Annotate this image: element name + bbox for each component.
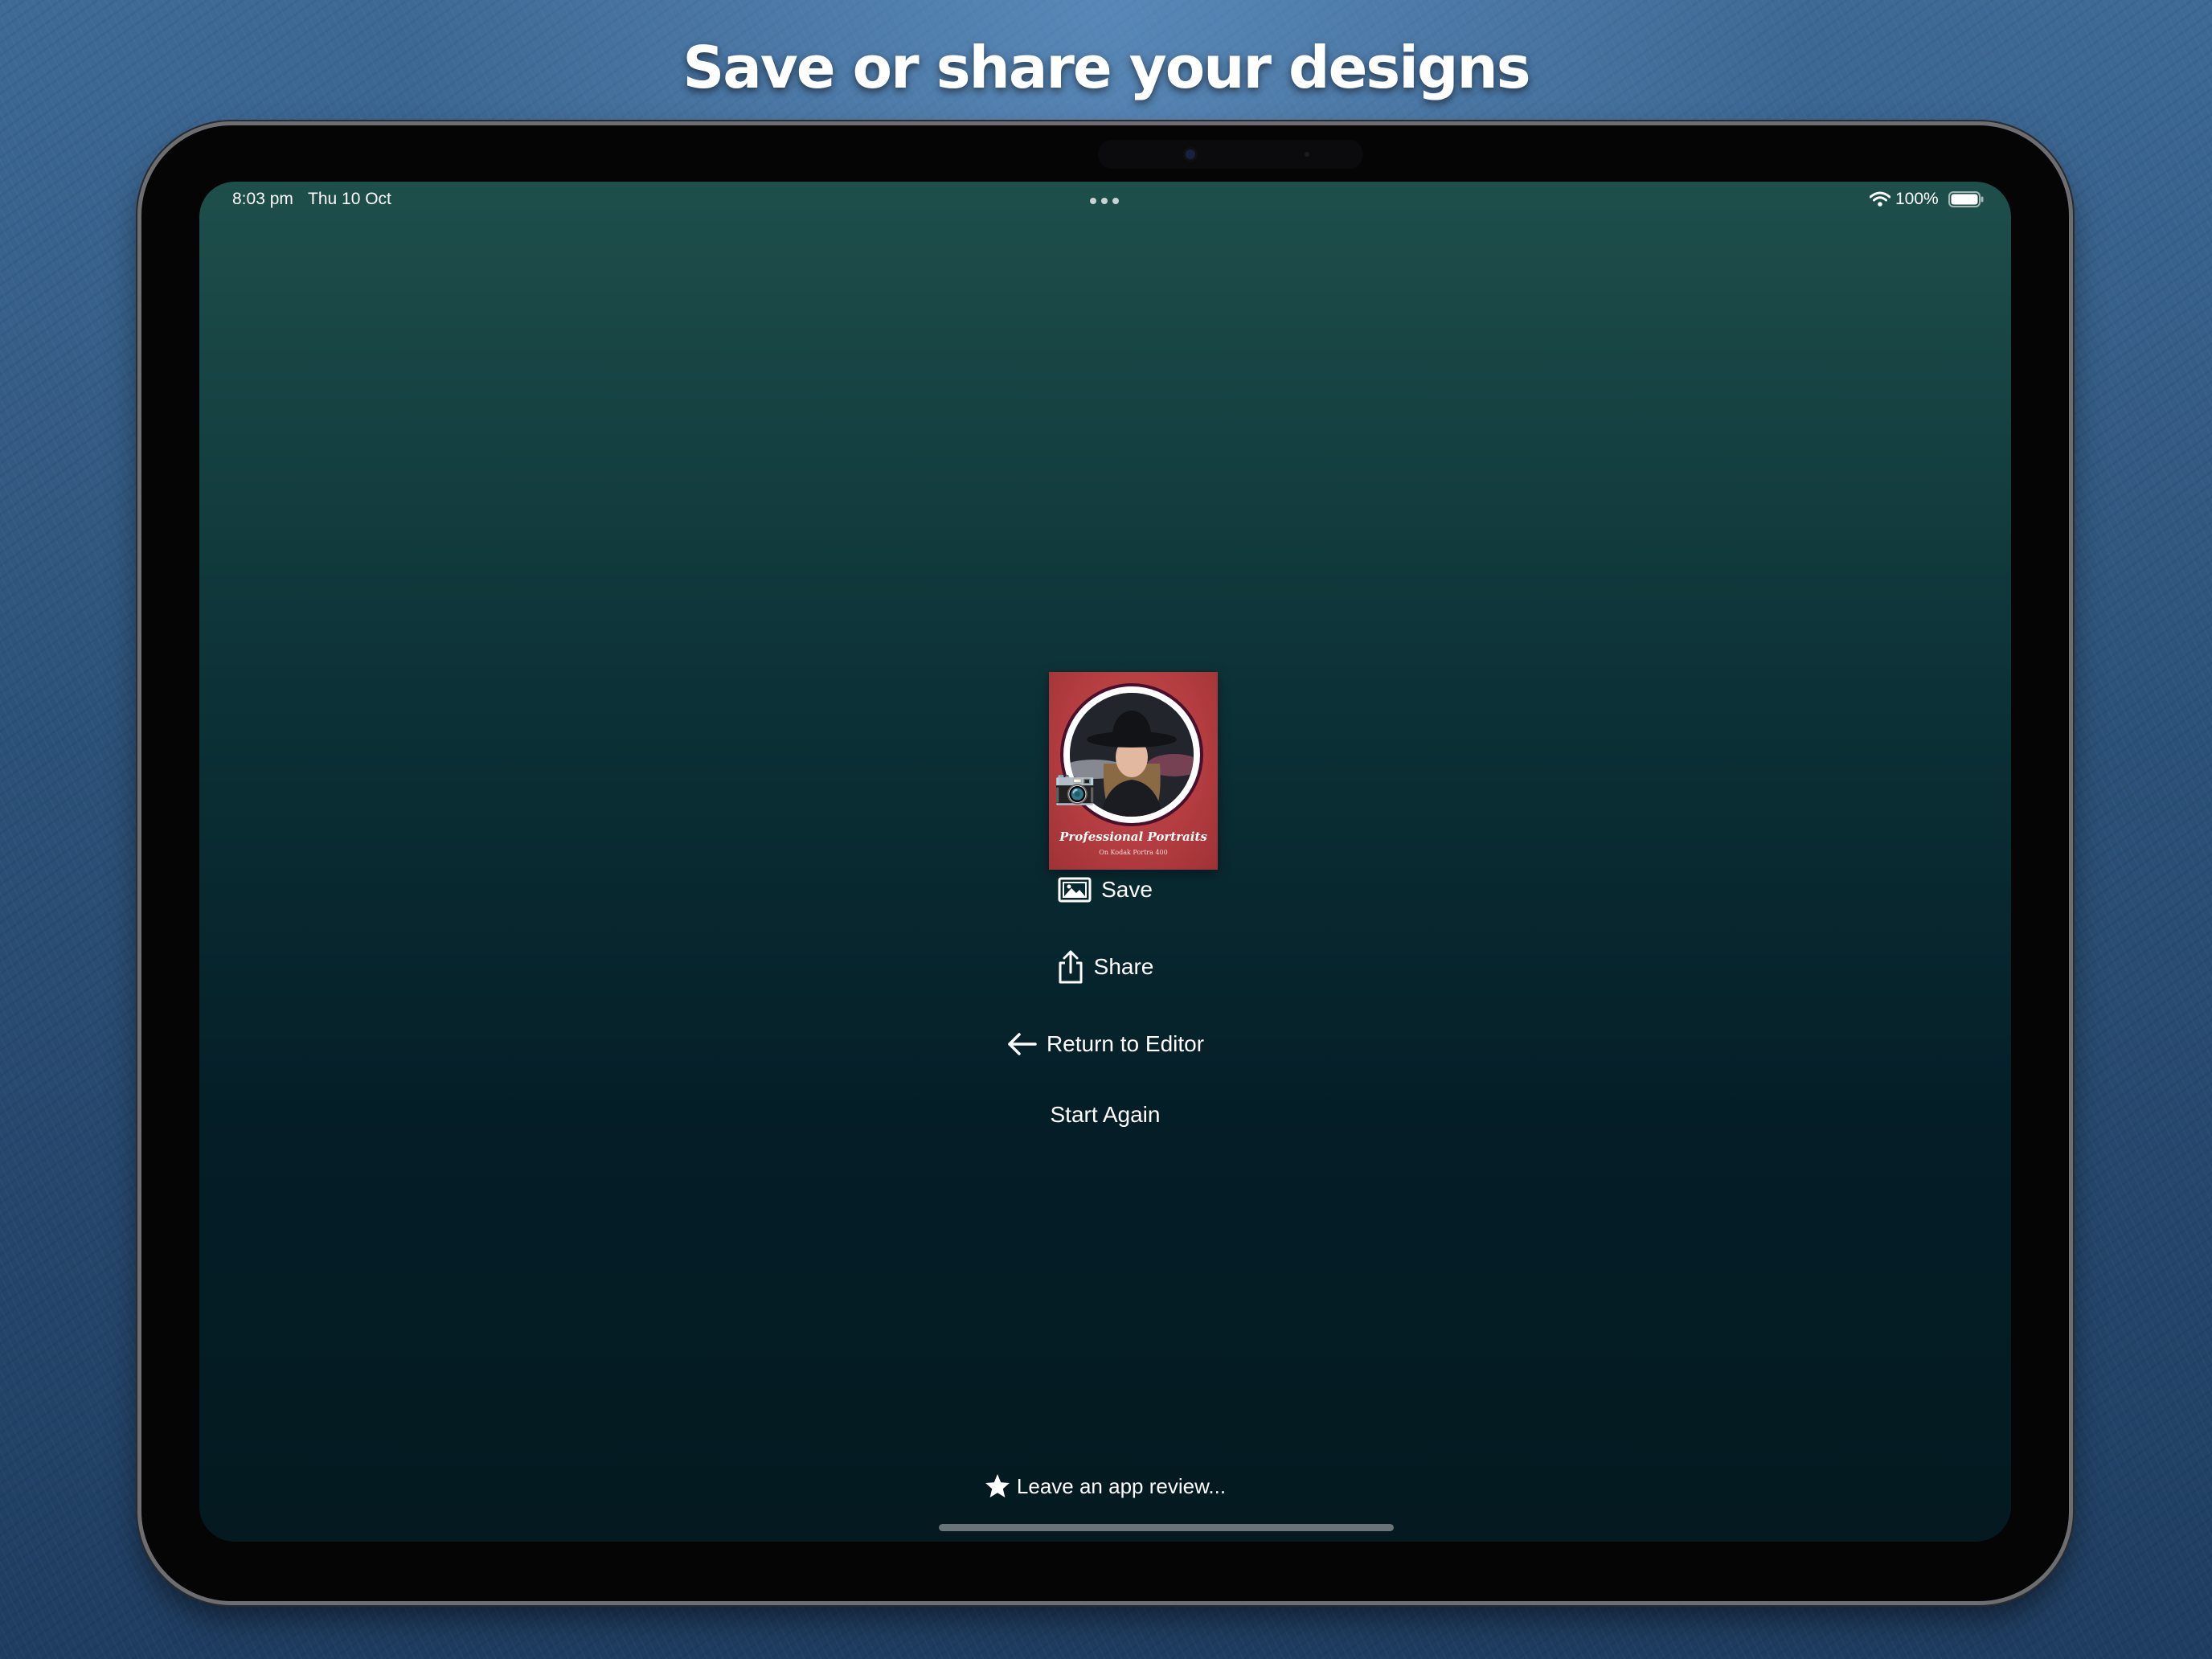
front-camera-icon — [1186, 150, 1195, 159]
return-to-editor-label: Return to Editor — [1046, 1031, 1205, 1056]
design-preview-thumbnail: 📷 Professional Portraits On Kodak Portra… — [1049, 672, 1218, 870]
photo-icon — [1058, 877, 1092, 903]
share-button[interactable]: Share — [199, 947, 2011, 987]
status-bar: 8:03 pm Thu 10 Oct 100% — [199, 182, 2011, 217]
save-button[interactable]: Save — [199, 870, 2011, 910]
share-label: Share — [1093, 954, 1154, 979]
sensor-dot-icon — [1305, 152, 1309, 157]
save-label: Save — [1101, 877, 1153, 902]
status-time: 8:03 pm — [232, 190, 293, 208]
start-again-button[interactable]: Start Again — [199, 1095, 2011, 1135]
return-to-editor-button[interactable]: Return to Editor — [199, 1024, 2011, 1064]
share-icon — [1059, 950, 1083, 984]
battery-icon — [1948, 191, 1984, 207]
wifi-icon — [1870, 191, 1890, 207]
camera-strip — [1098, 140, 1363, 169]
design-title: Professional Portraits — [1059, 830, 1207, 844]
status-date: Thu 10 Oct — [308, 190, 391, 208]
camera-icon: 📷 — [1054, 768, 1096, 805]
leave-review-link[interactable]: Leave an app review... — [199, 1466, 2011, 1506]
design-subtitle: On Kodak Portra 400 — [1099, 849, 1168, 856]
headline: Save or share your designs — [682, 34, 1530, 101]
star-icon — [985, 1474, 1010, 1497]
leave-review-label: Leave an app review... — [1016, 1473, 1227, 1498]
ipad-device-frame: 8:03 pm Thu 10 Oct 100% 📷 Professional P… — [141, 125, 2069, 1601]
battery-percentage: 100% — [1895, 190, 1939, 208]
arrow-left-icon — [1008, 1033, 1037, 1055]
start-again-label: Start Again — [1050, 1102, 1161, 1127]
multitasking-dots-icon[interactable] — [1090, 198, 1122, 204]
home-indicator[interactable] — [939, 1524, 1394, 1531]
app-screen: 8:03 pm Thu 10 Oct 100% 📷 Professional P… — [199, 182, 2011, 1542]
